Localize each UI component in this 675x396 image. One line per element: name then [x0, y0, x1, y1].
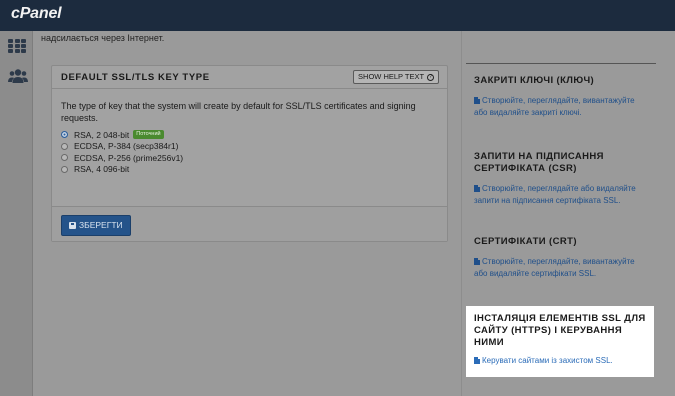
ssl-key-type-panel: DEFAULT SSL/TLS KEY TYPE SHOW HELP TEXT … — [51, 65, 448, 242]
intro-text: надсилається через Інтернет. — [41, 33, 165, 43]
private-keys-link[interactable]: Створюйте, переглядайте, вивантажуйте аб… — [474, 95, 648, 119]
certificates-section: СЕРТИФІКАТИ (CRT) Створюйте, переглядайт… — [474, 236, 648, 280]
save-label: ЗБЕРЕГТИ — [79, 220, 123, 230]
panel-footer: ЗБЕРЕГТИ — [52, 206, 447, 241]
section-title: ІНСТАЛЯЦІЯ ЕЛЕМЕНТІВ SSL ДЛЯ САЙТУ (HTTP… — [474, 313, 646, 348]
users-icon[interactable] — [8, 68, 28, 84]
main-content: надсилається через Інтернет. DEFAULT SSL… — [33, 31, 675, 396]
key-type-description: The type of key that the system will cre… — [61, 101, 416, 123]
cpanel-logo[interactable]: cPanel — [11, 5, 62, 23]
section-title: ЗАКРИТІ КЛЮЧІ (КЛЮЧ) — [474, 75, 595, 86]
radio-rsa-2048[interactable] — [61, 131, 68, 139]
manage-ssl-sites-link[interactable]: Керувати сайтами із захистом SSL. — [474, 355, 613, 367]
link-text: Створюйте, переглядайте, вивантажуйте аб… — [474, 257, 635, 278]
option-rsa-4096[interactable]: RSA, 4 096-bit — [61, 164, 441, 176]
panel-title: DEFAULT SSL/TLS KEY TYPE — [61, 72, 210, 83]
show-help-text-button[interactable]: SHOW HELP TEXT ? — [353, 70, 439, 84]
document-icon — [474, 357, 480, 364]
csr-link[interactable]: Створюйте, переглядайте або видаляйте за… — [474, 183, 648, 207]
certificates-link[interactable]: Створюйте, переглядайте, вивантажуйте аб… — [474, 256, 648, 280]
option-label: RSA, 2 048-bit — [74, 129, 130, 140]
option-label: ECDSA, P-256 (prime256v1) — [74, 152, 184, 163]
section-title: ЗАПИТИ НА ПІДПИСАННЯ СЕРТИФІКАТА (CSR) — [474, 151, 604, 174]
grid-icon[interactable] — [8, 39, 26, 53]
document-icon — [474, 258, 480, 265]
save-icon — [69, 222, 76, 229]
sidebar — [0, 31, 33, 396]
column-divider — [461, 31, 462, 396]
save-button[interactable]: ЗБЕРЕГТИ — [61, 215, 131, 236]
ssl-install-section: ІНСТАЛЯЦІЯ ЕЛЕМЕНТІВ SSL ДЛЯ САЙТУ (HTTP… — [466, 306, 654, 377]
divider — [466, 63, 656, 64]
section-title: СЕРТИФІКАТИ (CRT) — [474, 236, 577, 247]
key-type-options: RSA, 2 048-bit Поточний ECDSA, P-384 (se… — [61, 129, 441, 175]
option-label: ECDSA, P-384 (secp384r1) — [74, 141, 179, 152]
radio-ecdsa-p384[interactable] — [61, 142, 68, 150]
document-icon — [474, 185, 480, 192]
option-rsa-2048[interactable]: RSA, 2 048-bit Поточний — [61, 129, 441, 141]
link-text: Створюйте, переглядайте, вивантажуйте аб… — [474, 96, 635, 117]
link-text: Керувати сайтами із захистом SSL. — [482, 356, 613, 365]
option-label: RSA, 4 096-bit — [74, 164, 130, 175]
top-bar: cPanel — [0, 0, 675, 31]
document-icon — [474, 97, 480, 104]
radio-rsa-4096[interactable] — [61, 165, 68, 173]
link-text: Створюйте, переглядайте або видаляйте за… — [474, 184, 636, 205]
panel-header: DEFAULT SSL/TLS KEY TYPE SHOW HELP TEXT … — [52, 66, 447, 89]
option-ecdsa-p256[interactable]: ECDSA, P-256 (prime256v1) — [61, 152, 441, 164]
current-badge: Поточний — [133, 130, 164, 140]
question-icon: ? — [427, 73, 434, 81]
help-label: SHOW HELP TEXT — [358, 72, 424, 81]
csr-section: ЗАПИТИ НА ПІДПИСАННЯ СЕРТИФІКАТА (CSR) С… — [474, 151, 648, 207]
option-ecdsa-p384[interactable]: ECDSA, P-384 (secp384r1) — [61, 141, 441, 153]
right-sidebar: ЗАКРИТІ КЛЮЧІ (КЛЮЧ) Створюйте, перегляд… — [466, 31, 656, 396]
panel-body: The type of key that the system will cre… — [61, 100, 441, 175]
private-keys-section: ЗАКРИТІ КЛЮЧІ (КЛЮЧ) Створюйте, перегляд… — [474, 75, 648, 119]
radio-ecdsa-p256[interactable] — [61, 154, 68, 162]
